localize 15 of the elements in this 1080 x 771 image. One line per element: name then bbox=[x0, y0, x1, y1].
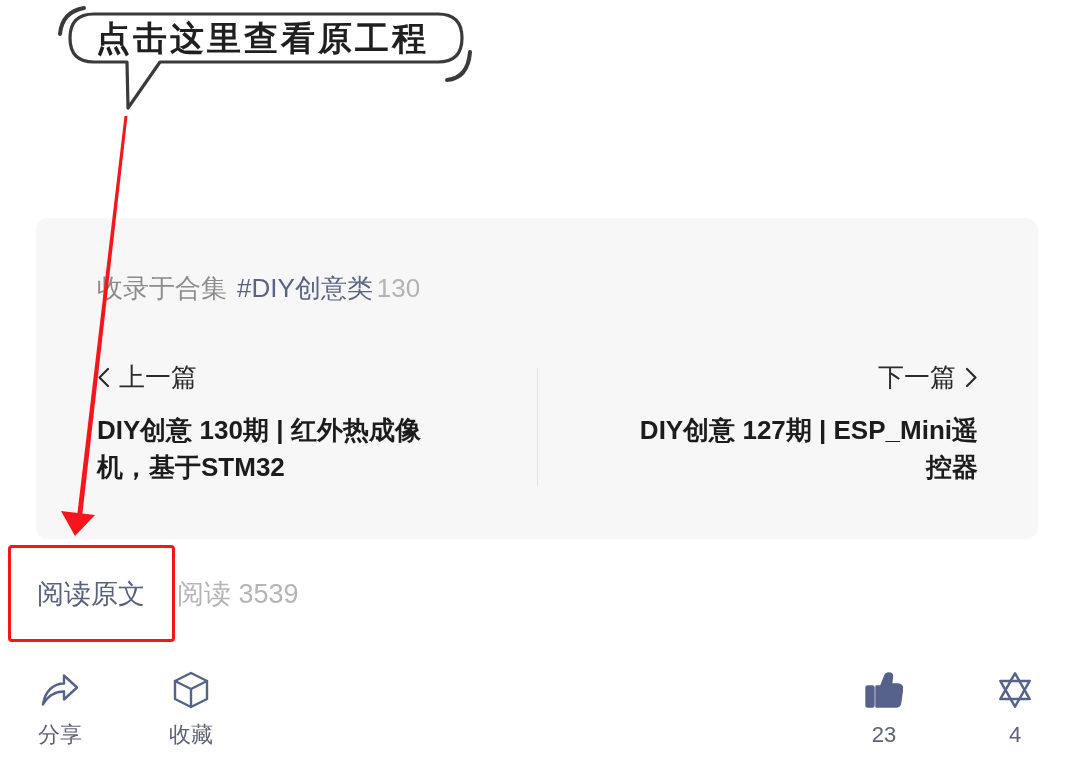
favorite-button[interactable]: 收藏 bbox=[159, 671, 223, 750]
next-article-link[interactable]: 下一篇 bbox=[878, 359, 978, 395]
chevron-right-icon bbox=[965, 366, 978, 388]
wow-button[interactable]: 4 bbox=[983, 671, 1047, 750]
callout-text: 点击这里查看原工程 bbox=[96, 18, 429, 58]
article-title-link[interactable]: DIY创意 130期 | 红外热成像机，基于STM32 bbox=[97, 412, 457, 486]
collection-tag-link[interactable]: #DIY创意类 bbox=[237, 270, 373, 306]
share-button[interactable]: 分享 bbox=[28, 671, 92, 750]
read-original-link[interactable]: 阅读原文 bbox=[37, 575, 145, 612]
read-count: 阅读 3539 bbox=[177, 577, 299, 611]
chevron-left-icon bbox=[97, 366, 110, 388]
article-title-link[interactable]: DIY创意 127期 | ESP_Mini遥控器 bbox=[626, 412, 978, 486]
like-button[interactable]: 23 bbox=[852, 671, 916, 750]
previous-article-link[interactable]: 上一篇 bbox=[97, 359, 197, 395]
collection-count: 130 bbox=[376, 272, 421, 305]
